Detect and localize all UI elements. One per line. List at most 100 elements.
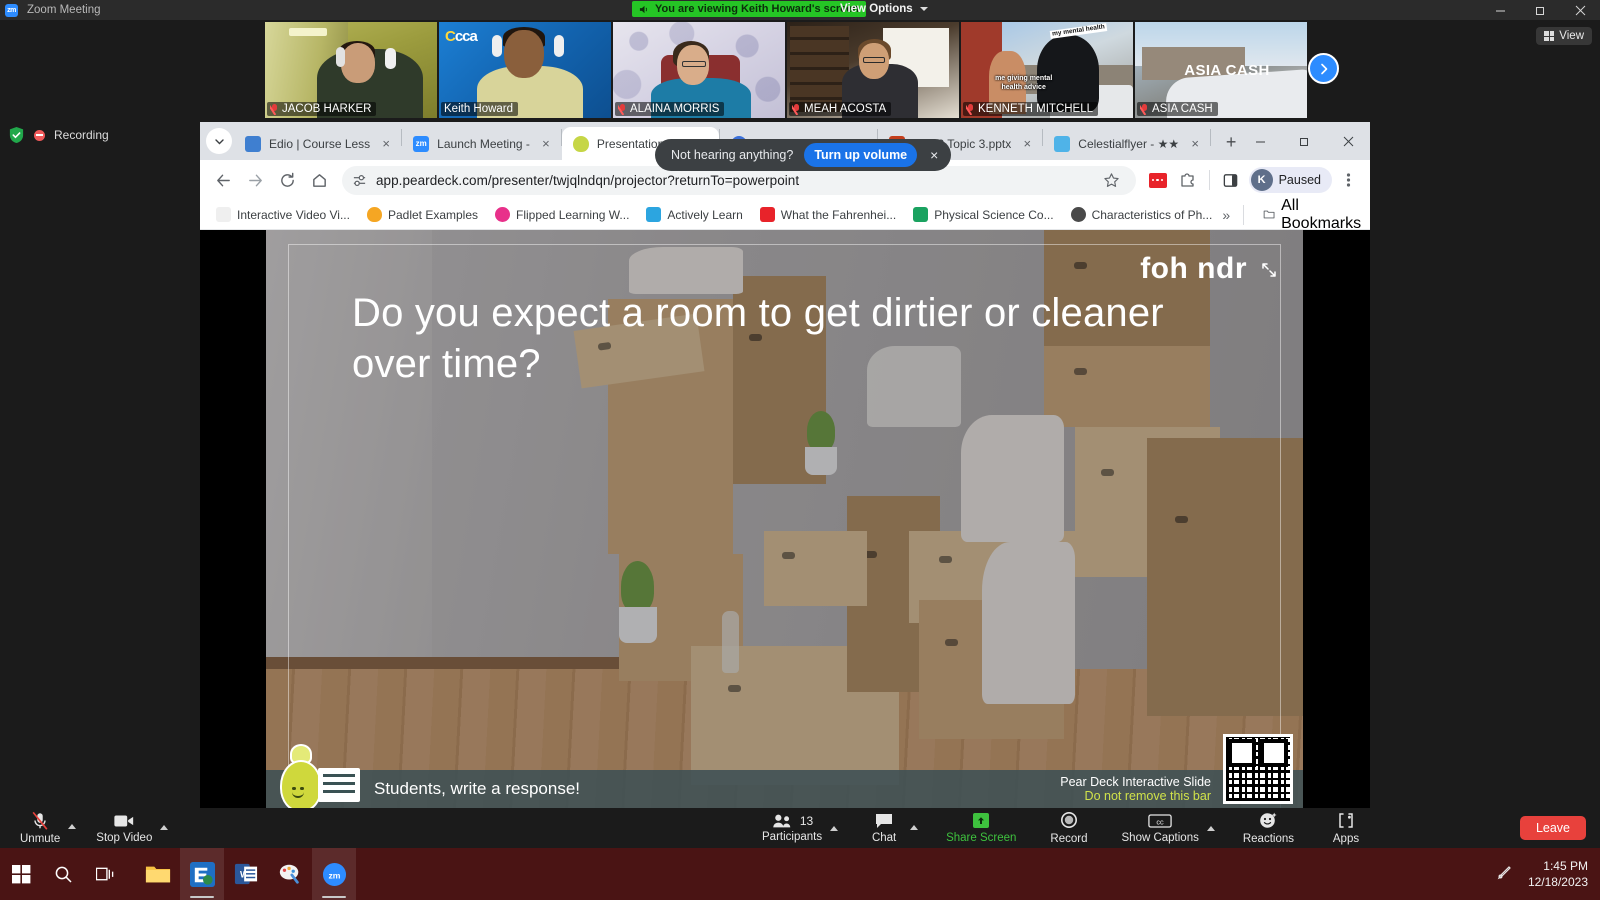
side-panel-icon[interactable]: [1217, 166, 1245, 194]
close-icon[interactable]: [1326, 124, 1370, 158]
spotlight-participant-name: ASIA CASH: [1184, 61, 1270, 79]
close-icon[interactable]: [1560, 0, 1600, 20]
tab-favicon-icon: [572, 135, 589, 152]
word-icon[interactable]: W: [224, 848, 268, 900]
tune-icon: [353, 174, 366, 186]
restore-icon[interactable]: [1282, 124, 1326, 158]
three-dot-menu-icon[interactable]: [1334, 166, 1362, 194]
chat-caret-icon[interactable]: [910, 825, 919, 830]
expand-arrows-icon[interactable]: [1261, 262, 1277, 283]
captions-caret-icon[interactable]: [1206, 825, 1215, 831]
participants-button[interactable]: 13 Participants: [756, 813, 828, 843]
bookmark-item[interactable]: Characteristics of Ph...: [1064, 204, 1220, 225]
show-captions-button[interactable]: cc Show Captions: [1116, 813, 1205, 844]
video-options-caret-icon[interactable]: [160, 825, 169, 830]
leave-meeting-button[interactable]: Leave: [1519, 816, 1586, 840]
chat-button[interactable]: Chat: [860, 812, 908, 844]
folder-icon: [1263, 210, 1275, 219]
all-bookmarks-label: All Bookmarks: [1281, 196, 1362, 232]
system-tray: 1:45 PM 12/18/2023: [1496, 848, 1600, 900]
speaker-icon: [639, 5, 648, 13]
back-arrow-icon[interactable]: [208, 165, 238, 195]
microphone-muted-icon: [792, 103, 801, 115]
video-tile-keith-howard[interactable]: Ccca Keith Howard: [439, 22, 611, 118]
audio-options-caret-icon[interactable]: [68, 824, 77, 829]
bookmark-item[interactable]: Physical Science Co...: [906, 204, 1060, 225]
record-button[interactable]: Record: [1044, 811, 1093, 845]
home-icon[interactable]: [304, 165, 334, 195]
viewing-banner-text: You are viewing Keith Howard's screen: [655, 3, 860, 15]
zoom-icon[interactable]: zm: [312, 848, 356, 900]
peardeck-footer-bar: Students, write a response! Pear Deck In…: [266, 734, 1303, 808]
video-tile-kenneth-mitchell[interactable]: my mental health me giving mental health…: [961, 22, 1133, 118]
minimize-icon[interactable]: [1238, 124, 1282, 158]
recording-dot-icon: [34, 129, 45, 141]
reload-icon[interactable]: [272, 165, 302, 195]
unmute-button[interactable]: Unmute: [14, 811, 66, 845]
extensions-puzzle-icon[interactable]: [1174, 166, 1202, 194]
reactions-button[interactable]: Reactions: [1237, 811, 1300, 845]
bookmark-item[interactable]: Flipped Learning W...: [488, 204, 636, 225]
bookmark-item[interactable]: What the Fahrenhei...: [753, 204, 903, 225]
apps-bracket-icon: [1339, 813, 1353, 828]
search-icon[interactable]: [42, 848, 84, 900]
bookmark-item[interactable]: Actively Learn: [639, 204, 749, 225]
bookmarks-bar: Interactive Video Vi... Padlet Examples …: [200, 196, 1370, 232]
stop-video-button[interactable]: Stop Video: [90, 812, 158, 844]
pen-tray-icon[interactable]: [1496, 863, 1514, 886]
tab-close-icon[interactable]: ×: [1187, 136, 1203, 152]
zoom-meeting-window: zm Zoom Meeting You are viewing Keith Ho…: [0, 0, 1600, 848]
bookmark-favicon-icon: [1070, 207, 1086, 222]
participant-name: ALAINA MORRIS: [630, 103, 720, 115]
bookmarks-divider: [1243, 204, 1244, 225]
forward-arrow-icon[interactable]: [240, 165, 270, 195]
microphone-muted-icon: [618, 103, 627, 115]
turn-up-volume-button[interactable]: Turn up volume: [804, 143, 918, 167]
view-layout-button[interactable]: View: [1536, 27, 1592, 45]
file-explorer-icon[interactable]: [136, 848, 180, 900]
toast-close-icon[interactable]: ×: [928, 147, 940, 163]
edio-app-icon[interactable]: [180, 848, 224, 900]
filmstrip-next-page-button[interactable]: [1308, 53, 1339, 84]
tab-close-icon[interactable]: ×: [1019, 136, 1035, 152]
video-tile-jacob-harker[interactable]: JACOB HARKER: [265, 22, 437, 118]
restore-icon[interactable]: [1520, 0, 1560, 20]
apps-button[interactable]: Apps: [1322, 811, 1370, 845]
peardeck-brand-block: Pear Deck Interactive Slide Do not remov…: [1060, 775, 1211, 803]
recording-indicator[interactable]: Recording: [8, 126, 109, 144]
bookmark-label: Flipped Learning W...: [516, 207, 630, 222]
tab-close-icon[interactable]: ×: [538, 136, 554, 152]
qr-code-icon: [1223, 734, 1293, 804]
turn-up-volume-toast: Not hearing anything? Turn up volume ×: [655, 139, 952, 171]
participants-caret-icon[interactable]: [830, 826, 839, 831]
tab-search-button[interactable]: [206, 128, 232, 154]
participant-name-badge: ALAINA MORRIS: [615, 102, 725, 116]
paint-icon[interactable]: [268, 848, 312, 900]
star-icon[interactable]: [1098, 166, 1126, 194]
browser-tab-0[interactable]: Edio | Course Less ×: [234, 127, 401, 160]
bookmark-favicon-icon: [495, 207, 511, 222]
microphone-muted-icon: [32, 811, 48, 830]
windows-start-icon[interactable]: [0, 848, 42, 900]
taskbar-clock[interactable]: 1:45 PM 12/18/2023: [1528, 858, 1588, 890]
video-tile-meah-acosta[interactable]: MEAH ACOSTA: [787, 22, 959, 118]
chevron-down-icon: [919, 7, 928, 11]
video-tile-alaina-morris[interactable]: ALAINA MORRIS: [613, 22, 785, 118]
tab-close-icon[interactable]: ×: [378, 136, 394, 152]
profile-status-label: Paused: [1278, 173, 1321, 187]
view-options-button[interactable]: View Options: [840, 1, 928, 17]
browser-tab-1[interactable]: zm Launch Meeting - ×: [402, 127, 561, 160]
participants-label: Participants: [762, 831, 823, 843]
browser-tab-5[interactable]: Celestialflyer - ★★ ×: [1043, 127, 1210, 160]
tab-title: Edio | Course Less: [269, 136, 371, 151]
task-view-icon[interactable]: [84, 848, 126, 900]
minimize-icon[interactable]: [1480, 0, 1520, 20]
record-label: Record: [1050, 833, 1088, 845]
bookmark-item[interactable]: Interactive Video Vi...: [209, 204, 357, 225]
profile-chip[interactable]: K Paused: [1248, 167, 1332, 193]
bookmarks-overflow-button[interactable]: »: [1222, 207, 1230, 223]
bookmark-item[interactable]: Padlet Examples: [360, 204, 485, 225]
extension-red-icon[interactable]: [1144, 166, 1172, 194]
tab-title: Launch Meeting -: [437, 136, 530, 151]
share-screen-button[interactable]: Share Screen: [940, 812, 1022, 844]
